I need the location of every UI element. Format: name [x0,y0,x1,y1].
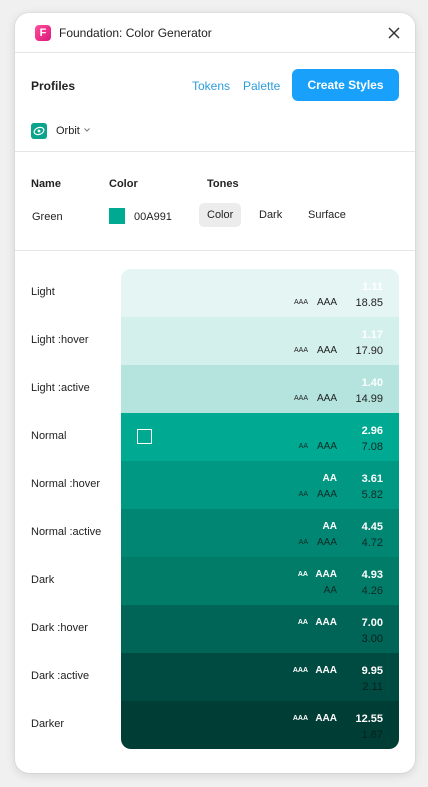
contrast-ratio-dark: 2.11 [362,681,383,693]
tone-row[interactable]: 12.55 1.67 AAA AAA [121,701,399,749]
color-hex-value[interactable]: 00A991 [134,211,172,223]
tone-label: Light [31,286,55,298]
wcag-badge-dark: AAA [316,297,337,308]
contrast-ratio-dark: 17.90 [355,345,383,357]
contrast-ratio-white: 1.11 [362,281,383,293]
tone-row[interactable]: 9.95 2.11 AAA AAA [121,653,399,701]
contrast-ratio-dark: 5.82 [361,489,383,501]
color-table: Name Color Tones Green 00A991 Color Dark… [15,152,415,251]
color-column-header: Color [109,178,138,190]
wcag-badge-white: AA [322,473,337,484]
contrast-ratio-white: 1.17 [361,329,383,341]
contrast-ratio-dark: 18.85 [355,297,383,309]
tones-card: 1.11 18.85 AAA AAA 1.17 17.90 AAA AAA 1.40 14.99 A… [121,269,399,749]
app-title: Foundation: Color Generator [59,26,212,40]
tab-dark[interactable]: Dark [251,203,290,227]
wcag-small-badge-white: AA [297,619,308,626]
tab-surface[interactable]: Surface [300,203,354,227]
app-logo-icon: F [35,25,51,41]
tokens-button[interactable]: Tokens [192,79,230,93]
tone-label: Dark :active [31,670,90,682]
title-bar: F Foundation: Color Generator [15,13,415,53]
create-styles-button[interactable]: Create Styles [292,69,399,101]
wcag-badge-dark: AAA [316,393,337,404]
wcag-badge-white: AAA [315,569,337,580]
palette-button[interactable]: Palette [243,79,280,93]
color-swatch[interactable] [109,208,125,224]
wcag-small-badge-white: AA [297,571,308,578]
profile-select[interactable]: Orbit [56,125,80,137]
base-color-marker [137,429,152,444]
wcag-small-badge-dark: AAA [293,299,308,306]
tone-label: Normal :hover [31,478,101,490]
color-name[interactable]: Green [32,211,63,223]
contrast-ratio-white: 7.00 [361,617,383,629]
tones-section: Light Light :hover Light :active Normal Norm… [15,251,415,773]
close-icon[interactable] [385,24,403,42]
wcag-badge-dark: AAA [316,537,337,548]
tone-label: Light :active [31,382,90,394]
wcag-small-badge-dark: AAA [293,395,308,402]
wcag-small-badge-dark: AAA [293,347,308,354]
tone-row[interactable]: 2.96 7.08 AAA AA [121,413,399,461]
tone-row[interactable]: 3.61 5.82 AA AAA AA [121,461,399,509]
tone-label: Dark :hover [31,622,88,634]
name-column-header: Name [31,178,61,190]
wcag-badge-white: AAA [315,713,337,724]
chevron-down-icon[interactable] [83,126,91,134]
tone-label: Normal [31,430,67,442]
tone-label: Normal :active [31,526,102,538]
wcag-badge-dark: AAA [316,441,337,452]
wcag-badge-white: AAA [315,617,337,628]
tone-row[interactable]: 1.17 17.90 AAA AAA [121,317,399,365]
contrast-ratio-white: 4.93 [361,569,383,581]
tone-label: Darker [31,718,65,730]
tone-label: Light :hover [31,334,89,346]
profiles-section: Profiles Tokens Palette Create Styles Or… [15,53,415,152]
contrast-ratio-white: 9.95 [361,665,383,677]
wcag-badge-white: AAA [315,665,337,676]
profiles-heading: Profiles [31,79,76,93]
contrast-ratio-white: 2.96 [361,425,383,437]
tone-label: Dark [31,574,55,586]
wcag-badge-dark: AAA [316,489,337,500]
contrast-ratio-dark: 14.99 [355,393,383,405]
wcag-small-badge-white: AAA [292,715,308,722]
contrast-ratio-white: 4.45 [361,521,383,533]
wcag-small-badge-dark: AA [298,443,308,450]
wcag-small-badge-dark: AA [298,491,308,498]
tone-row[interactable]: 4.93 4.26 AAA AA AA [121,557,399,605]
contrast-ratio-white: 1.40 [361,377,383,389]
contrast-ratio-dark: 1.67 [361,729,383,741]
tab-color[interactable]: Color [199,203,242,227]
tones-column-header: Tones [207,178,239,190]
contrast-ratio-white: 3.61 [361,473,383,485]
contrast-ratio-dark: 7.08 [361,441,383,453]
wcag-badge-white: AA [322,521,337,532]
tone-row[interactable]: 1.11 18.85 AAA AAA [121,269,399,317]
contrast-ratio-white: 12.55 [355,713,383,725]
contrast-ratio-dark: 3.00 [361,633,383,645]
contrast-ratio-dark: 4.26 [361,585,383,597]
wcag-small-badge-dark: AA [298,539,308,546]
wcag-badge-dark: AAA [316,345,337,356]
tone-row[interactable]: 7.00 3.00 AAA AA [121,605,399,653]
orbit-logo-icon [31,123,47,139]
wcag-badge-dark: AA [323,585,337,596]
tone-row[interactable]: 4.45 4.72 AA AAA AA [121,509,399,557]
contrast-ratio-dark: 4.72 [361,537,383,549]
tone-row[interactable]: 1.40 14.99 AAA AAA [121,365,399,413]
wcag-small-badge-white: AAA [292,667,308,674]
plugin-window: F Foundation: Color Generator Profiles T… [15,13,415,773]
